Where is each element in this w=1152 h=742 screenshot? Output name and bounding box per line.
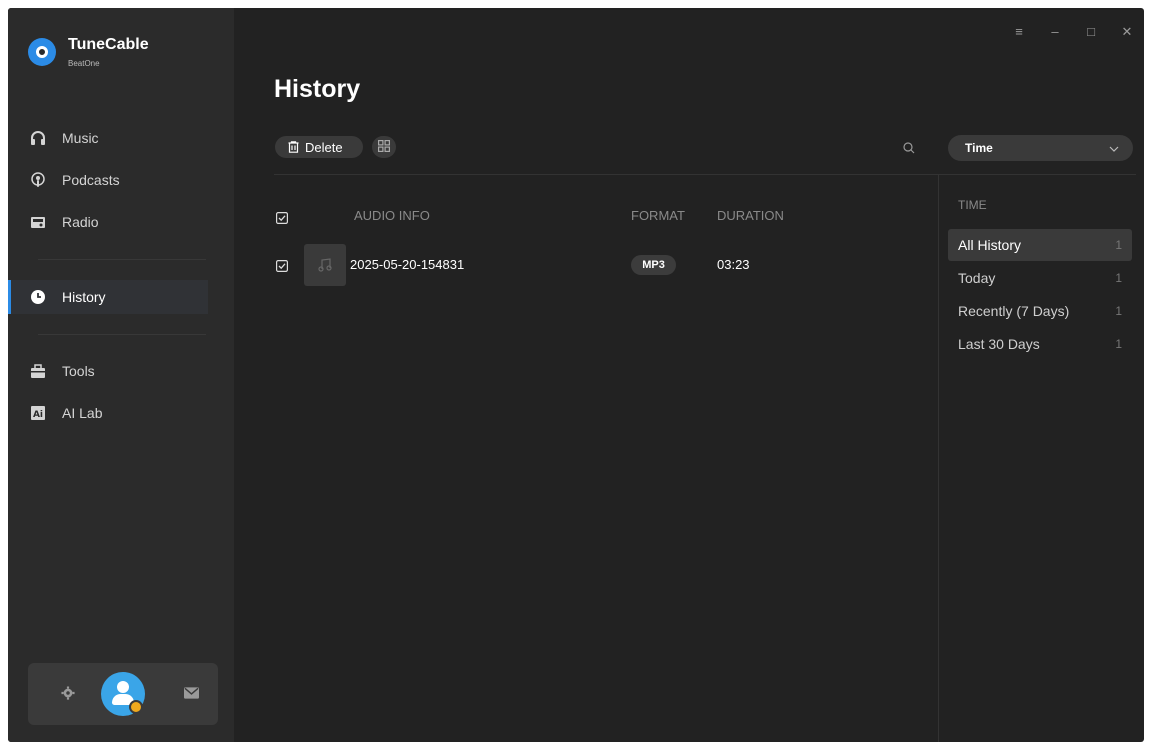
sidebar-item-tools[interactable]: Tools — [8, 354, 208, 388]
maximize-icon[interactable]: □ — [1084, 24, 1098, 40]
sidebar-item-label: AI Lab — [62, 405, 103, 421]
sidebar-item-music[interactable]: Music — [8, 121, 208, 155]
music-note-icon — [304, 244, 346, 286]
format-badge: MP3 — [631, 255, 676, 275]
delete-button-label: Delete — [305, 139, 343, 155]
headphones-icon — [30, 130, 46, 146]
filter-recently-7-days[interactable]: Recently (7 Days) 1 — [948, 295, 1132, 327]
row-checkbox[interactable] — [276, 259, 289, 273]
sort-select-value: Time — [965, 141, 993, 155]
sidebar-item-history[interactable]: History — [8, 280, 208, 314]
select-all-checkbox[interactable] — [276, 211, 289, 225]
app-name: TuneCable — [68, 36, 149, 53]
app-window: TuneCable BeatOne Music Podcasts Radio H… — [8, 8, 1144, 742]
podcast-icon — [30, 172, 46, 188]
sidebar-item-label: Podcasts — [62, 172, 120, 188]
user-avatar-icon[interactable] — [101, 672, 145, 716]
close-icon[interactable]: ✕ — [1120, 24, 1134, 40]
minimize-icon[interactable]: – — [1048, 24, 1062, 40]
sidebar-item-label: History — [62, 289, 106, 305]
column-header-format[interactable]: FORMAT — [631, 208, 685, 223]
app-subtitle: BeatOne — [68, 59, 100, 68]
chevron-down-icon — [1109, 141, 1119, 155]
sidebar: TuneCable BeatOne Music Podcasts Radio H… — [8, 8, 234, 742]
filter-count: 1 — [1115, 271, 1122, 285]
toolbar-divider — [274, 174, 1136, 175]
tunecable-logo-icon — [28, 38, 56, 66]
column-header-duration[interactable]: DURATION — [717, 208, 784, 223]
filter-today[interactable]: Today 1 — [948, 262, 1132, 294]
filter-label: Today — [958, 270, 996, 286]
toolbox-icon — [30, 363, 46, 379]
track-duration: 03:23 — [717, 257, 750, 272]
clock-icon — [30, 289, 46, 305]
sidebar-item-label: Music — [62, 130, 99, 146]
mail-icon[interactable] — [183, 685, 199, 701]
grid-view-button[interactable] — [372, 136, 396, 158]
filter-last-30-days[interactable]: Last 30 Days 1 — [948, 328, 1132, 360]
filter-label: All History — [958, 237, 1022, 253]
filter-heading: TIME — [958, 198, 987, 212]
sidebar-item-label: Radio — [62, 214, 99, 230]
sidebar-divider — [38, 259, 206, 260]
filter-count: 1 — [1115, 337, 1122, 351]
track-title: 2025-05-20-154831 — [350, 257, 465, 272]
window-controls: ≡ – □ ✕ — [1012, 24, 1134, 40]
gear-icon[interactable] — [60, 685, 76, 701]
sidebar-item-radio[interactable]: Radio — [8, 205, 208, 239]
column-header-audio-info[interactable]: AUDIO INFO — [354, 208, 430, 223]
filter-label: Recently (7 Days) — [958, 303, 1070, 319]
sidebar-divider — [38, 334, 206, 335]
ai-lab-icon: Ai — [30, 405, 46, 421]
grid-view-icon — [378, 139, 391, 155]
page-title: History — [274, 75, 361, 103]
main-panel: ≡ – □ ✕ History Delete Time AUDIO INFO F… — [234, 8, 1144, 742]
filter-panel-divider — [938, 175, 939, 742]
sidebar-item-label: Tools — [62, 363, 95, 379]
svg-text:Ai: Ai — [33, 410, 43, 420]
premium-badge-icon — [129, 700, 143, 714]
sidebar-item-ai-lab[interactable]: Ai AI Lab — [8, 396, 208, 430]
filter-all-history[interactable]: All History 1 — [948, 229, 1132, 261]
brand: TuneCable BeatOne — [28, 34, 228, 74]
sort-select[interactable]: Time — [948, 135, 1133, 161]
menu-icon[interactable]: ≡ — [1012, 24, 1026, 40]
search-icon[interactable] — [903, 141, 917, 155]
filter-count: 1 — [1115, 304, 1122, 318]
radio-icon — [30, 214, 46, 230]
trash-icon — [288, 141, 299, 153]
sidebar-item-podcasts[interactable]: Podcasts — [8, 163, 208, 197]
filter-label: Last 30 Days — [958, 336, 1040, 352]
filter-count: 1 — [1115, 238, 1122, 252]
delete-button[interactable]: Delete — [275, 136, 363, 158]
account-bar — [28, 663, 218, 725]
